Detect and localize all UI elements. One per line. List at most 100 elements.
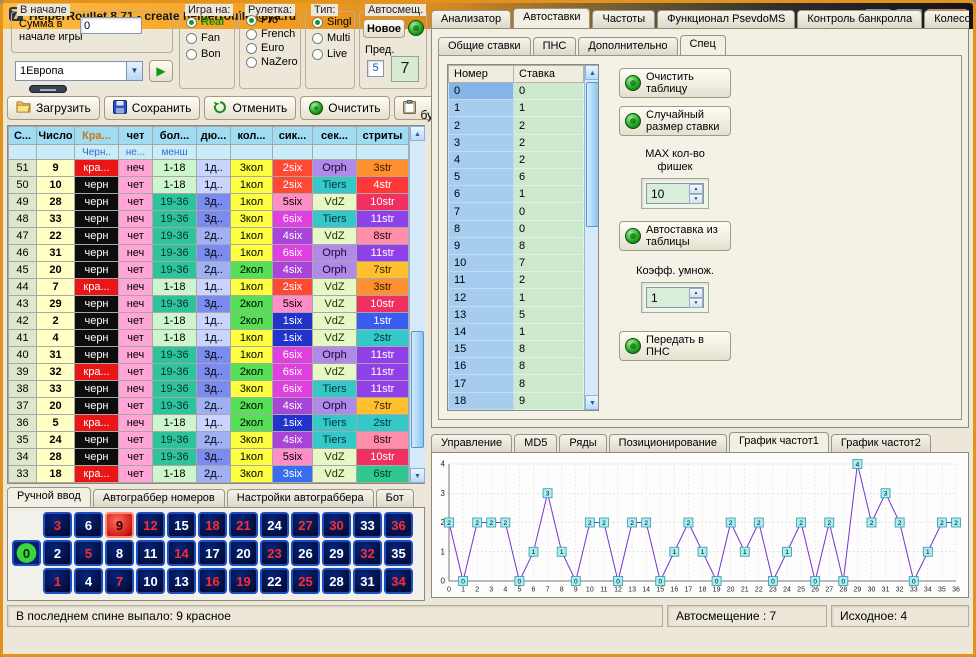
number-tile-29[interactable]: 29: [322, 540, 351, 566]
bet-scrollbar[interactable]: ▲ ▼: [584, 65, 599, 410]
table-row[interactable]: 4520чернчет19-362д..2кол4sixOrph7str: [9, 262, 409, 279]
spin-down-icon[interactable]: ▼: [689, 298, 703, 308]
table-row[interactable]: 3932кра...чет19-363д..2кол6sixVdZ11str: [9, 364, 409, 381]
number-tile-32[interactable]: 32: [353, 540, 382, 566]
load-button[interactable]: Загрузить: [7, 96, 100, 120]
table-row[interactable]: 3318кра...чет1-182д..3кол3sixVdZ6str: [9, 466, 409, 483]
number-tile-2[interactable]: 2: [43, 540, 72, 566]
scroll-down-icon[interactable]: ▼: [410, 468, 425, 483]
col-header[interactable]: стриты: [357, 127, 409, 145]
bet-row[interactable]: 141: [449, 323, 584, 340]
col-header[interactable]: сек...: [313, 127, 357, 145]
tab-bot[interactable]: Бот: [376, 489, 414, 507]
spin-down-icon[interactable]: ▼: [689, 194, 703, 204]
radio-nazero[interactable]: NaZero: [246, 56, 300, 68]
number-tile-18[interactable]: 18: [198, 512, 227, 538]
tab-freq-chart1[interactable]: График частот1: [729, 432, 829, 452]
number-tile-1[interactable]: 1: [43, 568, 72, 594]
tab-analyzer[interactable]: Анализатор: [431, 10, 511, 28]
max-chips-stepper[interactable]: ▲▼: [646, 183, 704, 204]
number-tile-27[interactable]: 27: [291, 512, 320, 538]
bet-row[interactable]: 56: [449, 169, 584, 186]
radio-bon[interactable]: Bon: [186, 48, 234, 60]
number-tile-19[interactable]: 19: [229, 568, 258, 594]
table-row[interactable]: 5010чернчет1-181д..1кол2sixTiers4str: [9, 177, 409, 194]
tab-freq-chart2[interactable]: График частот2: [831, 434, 931, 452]
number-tile-9[interactable]: 9: [105, 512, 134, 538]
table-row[interactable]: 422чернчет1-181д..2кол1sixVdZ1str: [9, 313, 409, 330]
undo-button[interactable]: Отменить: [204, 96, 296, 120]
number-tile-35[interactable]: 35: [384, 540, 413, 566]
tab-manual-input[interactable]: Ручной ввод: [7, 487, 91, 507]
tab-autobets[interactable]: Автоставки: [513, 8, 590, 28]
scrollbar-thumb[interactable]: [411, 331, 424, 449]
col-header[interactable]: чет: [119, 127, 153, 145]
table-row[interactable]: 519кра...неч1-181д..3кол2sixOrph3str: [9, 160, 409, 177]
number-tile-21[interactable]: 21: [229, 512, 258, 538]
table-row[interactable]: 3720чернчет19-362д..2кол4sixOrph7str: [9, 398, 409, 415]
clear-button[interactable]: Очистить: [300, 96, 389, 120]
bet-row[interactable]: 61: [449, 186, 584, 203]
scroll-down-icon[interactable]: ▼: [585, 395, 599, 410]
radio-french[interactable]: French: [246, 28, 300, 40]
bet-row[interactable]: 80: [449, 220, 584, 237]
random-bet-size-button[interactable]: Случайный размер ставки: [619, 106, 731, 136]
number-tile-16[interactable]: 16: [198, 568, 227, 594]
number-tile-5[interactable]: 5: [74, 540, 103, 566]
number-tile-10[interactable]: 10: [136, 568, 165, 594]
multiplier-stepper[interactable]: ▲▼: [646, 287, 704, 308]
start-button[interactable]: ▶: [149, 60, 173, 82]
number-tile-25[interactable]: 25: [291, 568, 320, 594]
bet-row[interactable]: 112: [449, 272, 584, 289]
number-tile-0[interactable]: 0: [12, 540, 41, 566]
number-tile-14[interactable]: 14: [167, 540, 196, 566]
save-button[interactable]: Сохранить: [104, 96, 201, 120]
clear-table-button[interactable]: Очистить таблицу: [619, 68, 731, 98]
number-tile-26[interactable]: 26: [291, 540, 320, 566]
radio-euro[interactable]: Euro: [246, 42, 300, 54]
col-header[interactable]: бол...: [153, 127, 197, 145]
bet-row[interactable]: 70: [449, 203, 584, 220]
col-header[interactable]: кол...: [231, 127, 273, 145]
table-row[interactable]: 365кра...неч1-181д..2кол1sixTiers2str: [9, 415, 409, 432]
scroll-up-icon[interactable]: ▲: [585, 65, 599, 80]
table-row[interactable]: 4928чернчет19-363д..1кол5sixVdZ10str: [9, 194, 409, 211]
bet-row[interactable]: 42: [449, 151, 584, 168]
bet-row[interactable]: 168: [449, 358, 584, 375]
number-tile-8[interactable]: 8: [105, 540, 134, 566]
send-to-pns-button[interactable]: Передать в ПНС: [619, 331, 731, 361]
table-row[interactable]: 4031черннеч19-363д..1кол6sixOrph11str: [9, 347, 409, 364]
number-tile-33[interactable]: 33: [353, 512, 382, 538]
col-header[interactable]: Кра...: [75, 127, 119, 145]
number-tile-3[interactable]: 3: [43, 512, 72, 538]
subtab-spec[interactable]: Спец: [680, 35, 726, 55]
bet-row[interactable]: 135: [449, 306, 584, 323]
tab-number-grabber[interactable]: Автограббер номеров: [93, 489, 225, 507]
number-tile-34[interactable]: 34: [384, 568, 413, 594]
scrollbar-thumb[interactable]: [586, 82, 599, 227]
number-tile-20[interactable]: 20: [229, 540, 258, 566]
bet-row[interactable]: 178: [449, 375, 584, 392]
number-tile-23[interactable]: 23: [260, 540, 289, 566]
tab-psevdoms[interactable]: Функционал PsevdoMS: [657, 10, 795, 28]
autobet-from-table-button[interactable]: Автоставка из таблицы: [619, 221, 731, 251]
table-row[interactable]: 3428чернчет19-363д..1кол5sixVdZ10str: [9, 449, 409, 466]
radio-multi[interactable]: Multi: [312, 32, 354, 44]
tab-bankroll[interactable]: Контроль банкролла: [797, 10, 922, 28]
table-row[interactable]: 4722чернчет19-362д..1кол4sixVdZ8str: [9, 228, 409, 245]
number-tile-12[interactable]: 12: [136, 512, 165, 538]
tab-md5[interactable]: MD5: [514, 434, 557, 452]
bet-col-stake[interactable]: Ставка: [514, 66, 584, 83]
bet-row[interactable]: 00: [449, 83, 584, 100]
radio-singl[interactable]: Singl: [312, 16, 354, 28]
subtab-common-bets[interactable]: Общие ставки: [438, 37, 531, 55]
bet-row[interactable]: 22: [449, 117, 584, 134]
number-tile-31[interactable]: 31: [353, 568, 382, 594]
number-tile-7[interactable]: 7: [105, 568, 134, 594]
tab-frequencies[interactable]: Частоты: [592, 10, 655, 28]
collapse-button[interactable]: [29, 85, 67, 93]
table-row[interactable]: 3833черннеч19-363д..3кол6sixTiers11str: [9, 381, 409, 398]
new-autoshift-button[interactable]: Новое: [363, 19, 405, 38]
bet-row[interactable]: 98: [449, 237, 584, 254]
spin-up-icon[interactable]: ▲: [689, 184, 703, 194]
